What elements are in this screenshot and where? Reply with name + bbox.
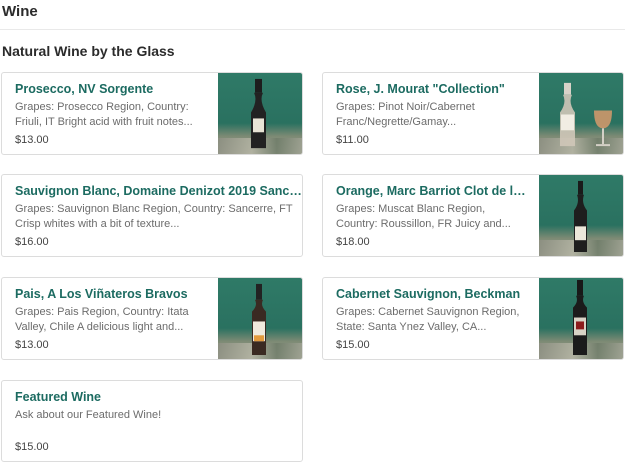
menu-item-card-pais[interactable]: Pais, A Los Viñateros Bravos Grapes: Pai… (1, 277, 303, 360)
menu-item-card-orange[interactable]: Orange, Marc Barriot Clot de l'Origine G… (322, 174, 624, 257)
sparkling-wine-bottle-photo (218, 73, 302, 154)
item-name: Featured Wine (15, 390, 102, 404)
item-description: Ask about our Featured Wine! (15, 409, 162, 421)
menu-item-card-rose[interactable]: Rose, J. Mourat "Collection" Grapes: Pin… (322, 72, 624, 155)
rose-bottle-and-glass-photo (539, 73, 623, 154)
item-name: Prosecco, NV Sorgente (15, 82, 154, 96)
item-price: $13.00 (15, 339, 49, 351)
cabernet-bottle-photo (539, 278, 623, 359)
item-price: $18.00 (336, 236, 370, 248)
item-name: Rose, J. Mourat "Collection" (336, 82, 505, 96)
item-description: Grapes: Muscat Blanc Region, Country: Ro… (336, 203, 511, 230)
item-price: $13.00 (15, 134, 49, 146)
item-name: Pais, A Los Viñateros Bravos (15, 287, 188, 301)
menu-category-title: Natural Wine by the Glass (2, 43, 175, 59)
item-price: $16.00 (15, 236, 49, 248)
item-name: Cabernet Sauvignon, Beckman (336, 287, 521, 301)
menu-item-card-cabernet[interactable]: Cabernet Sauvignon, Beckman Grapes: Cabe… (322, 277, 624, 360)
item-name: Orange, Marc Barriot Clot de l'Origine (336, 184, 527, 198)
section-title: Wine (2, 3, 38, 20)
section-divider (0, 29, 625, 30)
menu-item-card-prosecco[interactable]: Prosecco, NV Sorgente Grapes: Prosecco R… (1, 72, 303, 155)
pais-wine-bottle-photo (218, 278, 302, 359)
orange-wine-bottle-photo (539, 175, 623, 256)
item-description: Grapes: Prosecco Region, Country: Friuli… (15, 101, 193, 128)
item-price: $15.00 (336, 339, 370, 351)
item-description: Grapes: Pinot Noir/Cabernet Franc/Negret… (336, 101, 475, 128)
item-price: $15.00 (15, 441, 49, 453)
menu-item-card-featured-wine[interactable]: Featured Wine Ask about our Featured Win… (1, 380, 303, 462)
menu-item-card-sauvignon-blanc[interactable]: Sauvignon Blanc, Domaine Denizot 2019 Sa… (1, 174, 303, 257)
item-description: Grapes: Cabernet Sauvignon Region, State… (336, 306, 520, 333)
item-price: $11.00 (336, 134, 369, 146)
item-description: Grapes: Sauvignon Blanc Region, Country:… (15, 203, 293, 230)
item-description: Grapes: Pais Region, Country: Itata Vall… (15, 306, 189, 333)
item-name: Sauvignon Blanc, Domaine Denizot 2019 Sa… (15, 184, 302, 198)
